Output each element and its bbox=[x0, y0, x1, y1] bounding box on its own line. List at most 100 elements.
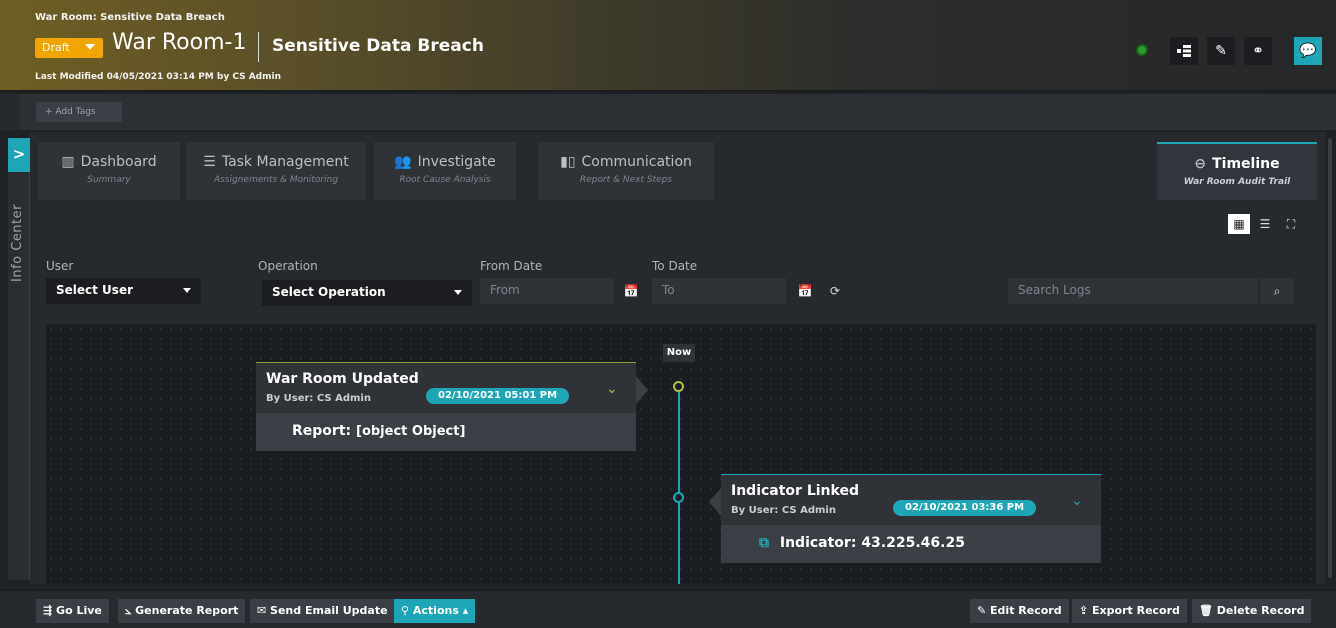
operation-select-value: Select Operation bbox=[272, 285, 386, 299]
chat-icon: 💬 bbox=[1299, 43, 1317, 59]
event-user: By User: CS Admin bbox=[731, 505, 836, 516]
tab-timeline[interactable]: ⊖ Timeline War Room Audit Trail bbox=[1157, 142, 1317, 200]
info-center-label[interactable]: Info Center bbox=[10, 204, 25, 282]
tab-sublabel: War Room Audit Trail bbox=[1183, 177, 1291, 187]
go-live-icon: ⇶ bbox=[43, 604, 57, 617]
layout-button[interactable] bbox=[1170, 37, 1198, 65]
search-icon: ⌕ bbox=[1273, 284, 1281, 298]
list-icon: ☰ bbox=[1259, 217, 1271, 231]
button-label: Send Email Update bbox=[270, 604, 388, 617]
card-pointer bbox=[636, 376, 648, 404]
tab-investigate[interactable]: 👥 Investigate Root Cause Analysis bbox=[374, 142, 516, 200]
edit-title-button[interactable]: ✎ bbox=[1207, 37, 1235, 65]
user-select[interactable]: Select User bbox=[46, 278, 201, 304]
search-button[interactable]: ⌕ bbox=[1260, 278, 1294, 304]
operation-select[interactable]: Select Operation bbox=[262, 280, 472, 306]
tab-label: Task Management bbox=[221, 154, 349, 170]
to-date-input[interactable]: To bbox=[652, 278, 786, 304]
war-room-app: War Room: Sensitive Data Breach Draft Wa… bbox=[0, 0, 1336, 628]
main-panel: ▥ Dashboard Summary ☰ Task Management Assi… bbox=[30, 132, 1326, 584]
users-icon: 👥 bbox=[394, 154, 412, 170]
chevron-down-icon bbox=[454, 290, 462, 295]
from-date-label: From Date bbox=[480, 259, 543, 273]
calendar-icon: 📅 bbox=[623, 284, 639, 298]
chevron-down-icon bbox=[183, 288, 191, 293]
tab-sublabel: Report & Next Steps bbox=[579, 175, 673, 185]
generate-report-button[interactable]: ⦣ Generate Report bbox=[118, 599, 246, 623]
button-label: Generate Report bbox=[135, 604, 239, 617]
tab-label: Dashboard bbox=[80, 154, 157, 170]
from-date-input[interactable]: From bbox=[480, 278, 614, 304]
caret-up-icon: ▴ bbox=[458, 604, 469, 617]
tab-sublabel: Summary bbox=[87, 175, 131, 185]
go-live-button[interactable]: ⇶ Go Live bbox=[36, 599, 109, 623]
search-logs-input[interactable]: Search Logs bbox=[1008, 278, 1258, 304]
calendar-icon: 📅 bbox=[797, 284, 813, 298]
export-record-button[interactable]: ⇪ Export Record bbox=[1072, 599, 1187, 623]
tab-sublabel: Root Cause Analysis bbox=[399, 175, 491, 185]
copy-link-button[interactable]: ⚭ bbox=[1244, 37, 1272, 65]
timeline-event-card[interactable]: War Room Updated By User: CS Admin 02/10… bbox=[256, 362, 636, 451]
pencil-icon: ✎ bbox=[1215, 43, 1227, 59]
chevron-down-icon[interactable]: ⌄ bbox=[606, 381, 618, 397]
tab-communication[interactable]: ▮▯ Communication Report & Next Steps bbox=[538, 142, 714, 200]
button-label: Go Live bbox=[56, 604, 102, 617]
scrollbar[interactable] bbox=[1328, 138, 1332, 578]
button-label: Actions bbox=[412, 604, 459, 617]
list-view-button[interactable]: ☰ bbox=[1254, 214, 1276, 234]
breadcrumb: War Room: Sensitive Data Breach bbox=[35, 12, 225, 23]
fullscreen-button[interactable]: ⛶ bbox=[1280, 214, 1302, 234]
page-subtitle: Sensitive Data Breach bbox=[272, 36, 484, 56]
link-icon: ⚭ bbox=[1252, 43, 1264, 59]
timeline-event-card[interactable]: Indicator Linked By User: CS Admin 02/10… bbox=[721, 474, 1101, 563]
grid-icon: ▦ bbox=[1233, 217, 1245, 231]
from-calendar-button[interactable]: 📅 bbox=[618, 278, 644, 304]
actions-button[interactable]: ⚲ Actions ▴ bbox=[394, 599, 476, 623]
timeline-axis bbox=[678, 384, 680, 584]
chart-icon: ▮▯ bbox=[560, 154, 576, 170]
tab-sublabel: Assignements & Monitoring bbox=[213, 175, 339, 185]
event-title: War Room Updated bbox=[266, 371, 419, 387]
status-dropdown[interactable]: Draft bbox=[35, 38, 103, 58]
to-date-label: To Date bbox=[652, 259, 698, 273]
event-date-badge: 02/10/2021 03:36 PM bbox=[893, 500, 1037, 516]
add-tags-button[interactable]: + Add Tags bbox=[36, 102, 122, 122]
to-calendar-button[interactable]: 📅 bbox=[792, 278, 818, 304]
user-select-value: Select User bbox=[56, 283, 134, 297]
live-status-icon bbox=[1136, 44, 1148, 56]
expand-icon: ⛶ bbox=[1286, 217, 1296, 231]
bottom-toolbar: ⇶ Go Live ⦣ Generate Report ✉ Send Email… bbox=[0, 590, 1336, 628]
event-body-key: Report: bbox=[292, 423, 352, 439]
page-title: War Room-1 bbox=[112, 30, 247, 55]
timeline-node bbox=[673, 492, 684, 503]
tab-dashboard[interactable]: ▥ Dashboard Summary bbox=[38, 142, 180, 200]
tag-bar: + Add Tags bbox=[0, 94, 1336, 130]
tab-label: Timeline bbox=[1212, 156, 1280, 172]
tab-label: Investigate bbox=[417, 154, 496, 170]
status-label: Draft bbox=[42, 41, 70, 54]
info-center-toggle[interactable]: > bbox=[8, 138, 30, 172]
now-marker: Now bbox=[663, 344, 695, 362]
refresh-button[interactable]: ⟳ bbox=[822, 278, 848, 304]
caret-down-icon bbox=[85, 44, 95, 50]
timeline-icon: ⊖ bbox=[1194, 156, 1207, 172]
tag-bar-edge bbox=[0, 94, 20, 130]
button-label: Delete Record bbox=[1216, 604, 1305, 617]
delete-record-button[interactable]: 🗑 Delete Record bbox=[1192, 599, 1312, 623]
edit-record-button[interactable]: ✎ Edit Record bbox=[970, 599, 1069, 623]
email-icon: ✉ bbox=[257, 604, 271, 617]
send-email-button[interactable]: ✉ Send Email Update bbox=[250, 599, 395, 623]
external-link-icon[interactable]: ⧉ bbox=[759, 535, 769, 551]
export-icon: ⇪ bbox=[1079, 604, 1093, 617]
layout-icon bbox=[1177, 45, 1191, 57]
event-date-badge: 02/10/2021 05:01 PM bbox=[426, 388, 570, 404]
chevron-down-icon[interactable]: ⌄ bbox=[1071, 493, 1083, 509]
chat-button[interactable]: 💬 bbox=[1294, 37, 1322, 65]
report-icon: ⦣ bbox=[125, 604, 136, 617]
refresh-icon: ⟳ bbox=[829, 284, 841, 298]
event-body-key: Indicator: bbox=[779, 535, 857, 551]
tab-task-management[interactable]: ☰ Task Management Assignements & Monitori… bbox=[186, 142, 366, 200]
event-title: Indicator Linked bbox=[731, 483, 859, 499]
title-divider bbox=[258, 32, 259, 62]
grid-view-button[interactable]: ▦ bbox=[1228, 214, 1250, 234]
